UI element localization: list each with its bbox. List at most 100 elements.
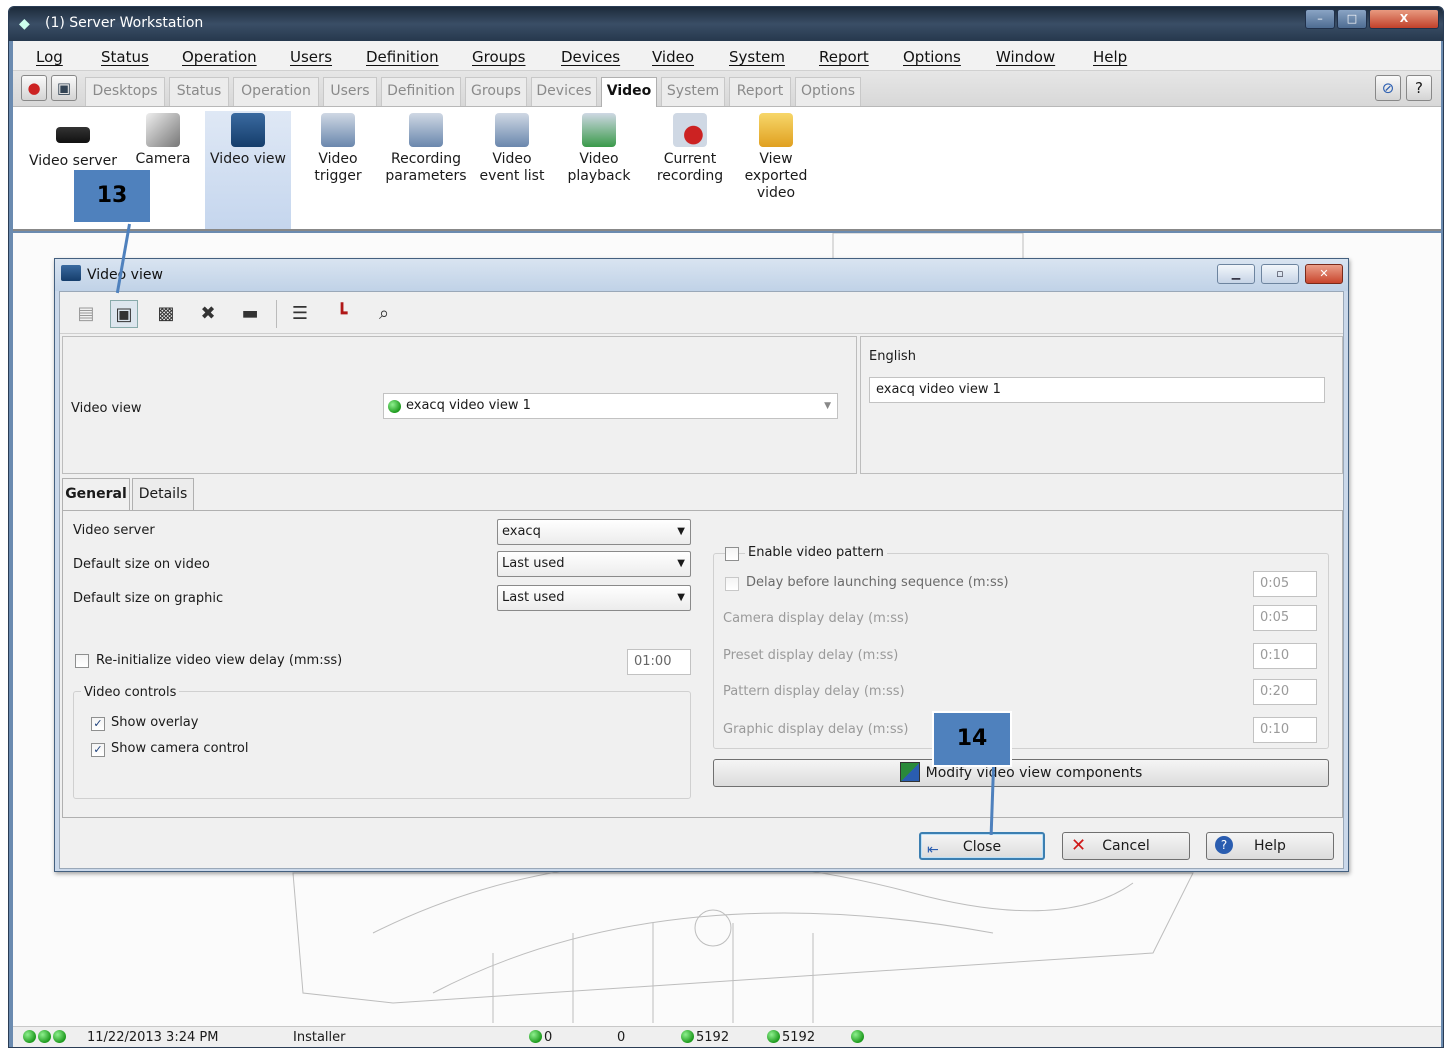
camera-delay-label: Camera display delay (m:ss) [723, 611, 909, 626]
header-panel: Video view exacq video view 1 ▼ [62, 336, 857, 474]
tab-desktops[interactable]: Desktops [85, 77, 165, 106]
workstation-icon[interactable]: ▣ [51, 75, 77, 101]
status-value-3: 5192 [681, 1030, 729, 1045]
enable-pattern-checkbox[interactable] [725, 547, 739, 561]
recording-parameters-icon [409, 113, 443, 147]
menu-operation[interactable]: Operation [182, 48, 257, 66]
graphic-delay-field[interactable]: 0:10 [1253, 717, 1317, 743]
tab-general[interactable]: General [62, 478, 130, 511]
ribbon-video-view[interactable]: Video view [205, 111, 291, 229]
show-overlay-checkbox[interactable]: ✓ [91, 717, 105, 731]
menu-definition[interactable]: Definition [366, 48, 439, 66]
default-size-graphic-select[interactable]: Last used ▼ [497, 585, 691, 611]
tab-video[interactable]: Video [601, 77, 657, 107]
default-size-video-select[interactable]: Last used ▼ [497, 551, 691, 577]
tab-system[interactable]: System [661, 77, 725, 106]
reinit-delay-field[interactable]: 01:00 [627, 649, 691, 675]
preset-delay-label: Preset display delay (m:ss) [723, 648, 899, 663]
tab-status[interactable]: Status [169, 77, 229, 106]
dialog-minimize-button[interactable]: ▁ [1217, 264, 1255, 284]
dialog-maximize-button[interactable]: ▫ [1261, 264, 1299, 284]
delay-launch-checkbox[interactable] [725, 577, 739, 591]
menu-system[interactable]: System [729, 48, 785, 66]
ribbon-current-recording[interactable]: Current recording [649, 111, 731, 185]
menu-groups[interactable]: Groups [472, 48, 525, 66]
video-view-label: Video view [71, 401, 142, 416]
save-icon[interactable]: ▣ [110, 300, 138, 328]
cancel-button[interactable]: ✕ Cancel [1062, 832, 1190, 860]
menu-status[interactable]: Status [101, 48, 149, 66]
ribbon-video-server[interactable]: Video server [21, 111, 125, 170]
folder-icon [759, 113, 793, 147]
hierarchy-icon[interactable]: ┗ [328, 300, 356, 328]
reinit-checkbox[interactable] [75, 654, 89, 668]
show-camera-control-checkbox[interactable]: ✓ [91, 743, 105, 757]
english-name-field[interactable]: exacq video view 1 [869, 377, 1325, 403]
video-event-list-icon [495, 113, 529, 147]
chevron-down-icon: ▼ [677, 526, 685, 537]
online-status-icon [388, 400, 401, 413]
video-server-select[interactable]: exacq ▼ [497, 519, 691, 545]
print-icon[interactable]: ▬ [236, 300, 264, 328]
preset-delay-field[interactable]: 0:10 [1253, 643, 1317, 669]
save-as-icon[interactable]: ▩ [152, 300, 180, 328]
select-value: Last used [502, 556, 565, 571]
alarm-icon[interactable]: ● [21, 75, 47, 101]
ribbon-view-exported-video[interactable]: View exported video [741, 111, 811, 202]
menu-bar: Log Status Operation Users Definition Gr… [13, 41, 1441, 71]
new-icon[interactable]: ▤ [72, 300, 100, 328]
dialog-close-button[interactable]: ✕ [1305, 264, 1343, 284]
list-icon[interactable]: ☰ [286, 300, 314, 328]
tab-operation[interactable]: Operation [233, 77, 319, 106]
menu-options[interactable]: Options [903, 48, 961, 66]
language-label: English [869, 349, 916, 364]
status-indicator [851, 1030, 866, 1045]
ribbon-video-event-list[interactable]: Video event list [471, 111, 553, 185]
camera-delay-field[interactable]: 0:05 [1253, 605, 1317, 631]
help-icon[interactable]: ? [1406, 75, 1432, 101]
menu-users[interactable]: Users [290, 48, 332, 66]
status-user: Installer [293, 1030, 346, 1045]
camera-icon [146, 113, 180, 147]
close-window-button[interactable]: X [1369, 9, 1439, 29]
tab-report[interactable]: Report [729, 77, 791, 106]
menu-devices[interactable]: Devices [561, 48, 620, 66]
pattern-delay-label: Pattern display delay (m:ss) [723, 684, 905, 699]
modify-components-button[interactable]: Modify video view components [713, 759, 1329, 787]
cancel-icon: ✕ [1071, 835, 1087, 856]
menu-report[interactable]: Report [819, 48, 869, 66]
maximize-button[interactable]: □ [1337, 9, 1367, 29]
video-controls-label: Video controls [81, 685, 180, 700]
menu-log[interactable]: Log [36, 48, 63, 66]
status-dot-icon [851, 1030, 864, 1043]
ribbon-camera[interactable]: Camera [125, 111, 201, 168]
status-datetime: 11/22/2013 3:24 PM [87, 1030, 219, 1045]
video-view-select[interactable]: exacq video view 1 ▼ [383, 393, 838, 419]
tab-devices[interactable]: Devices [531, 77, 597, 106]
tab-users[interactable]: Users [323, 77, 377, 106]
ribbon-recording-parameters[interactable]: Recording parameters [385, 111, 467, 185]
tab-definition[interactable]: Definition [381, 77, 461, 106]
tab-options[interactable]: Options [795, 77, 861, 106]
minimize-button[interactable]: – [1305, 9, 1335, 29]
sync-icon[interactable]: ⊘ [1375, 75, 1401, 101]
ribbon-label: Video view [210, 151, 286, 167]
callout-14: 14 [932, 711, 1012, 767]
status-dot-icon [529, 1030, 542, 1043]
close-button[interactable]: ⇤ Close [919, 832, 1045, 860]
dialog-toolbar: ▤ ▣ ▩ ✖ ▬ ☰ ┗ ⌕ [60, 292, 1343, 334]
menu-help[interactable]: Help [1093, 48, 1127, 66]
ribbon-video-trigger[interactable]: Video trigger [293, 111, 383, 185]
tab-groups[interactable]: Groups [465, 77, 527, 106]
tab-details[interactable]: Details [132, 478, 194, 510]
help-button[interactable]: ? Help [1206, 832, 1334, 860]
search-icon[interactable]: ⌕ [370, 300, 398, 328]
menu-video[interactable]: Video [652, 48, 694, 66]
pattern-delay-field[interactable]: 0:20 [1253, 679, 1317, 705]
menu-window[interactable]: Window [996, 48, 1055, 66]
delete-icon[interactable]: ✖ [194, 300, 222, 328]
dialog-title-bar: Video view ▁ ▫ ✕ [55, 259, 1348, 291]
delay-launch-field[interactable]: 0:05 [1253, 571, 1317, 597]
video-server-label: Video server [73, 523, 155, 538]
ribbon-video-playback[interactable]: Video playback [565, 111, 633, 185]
